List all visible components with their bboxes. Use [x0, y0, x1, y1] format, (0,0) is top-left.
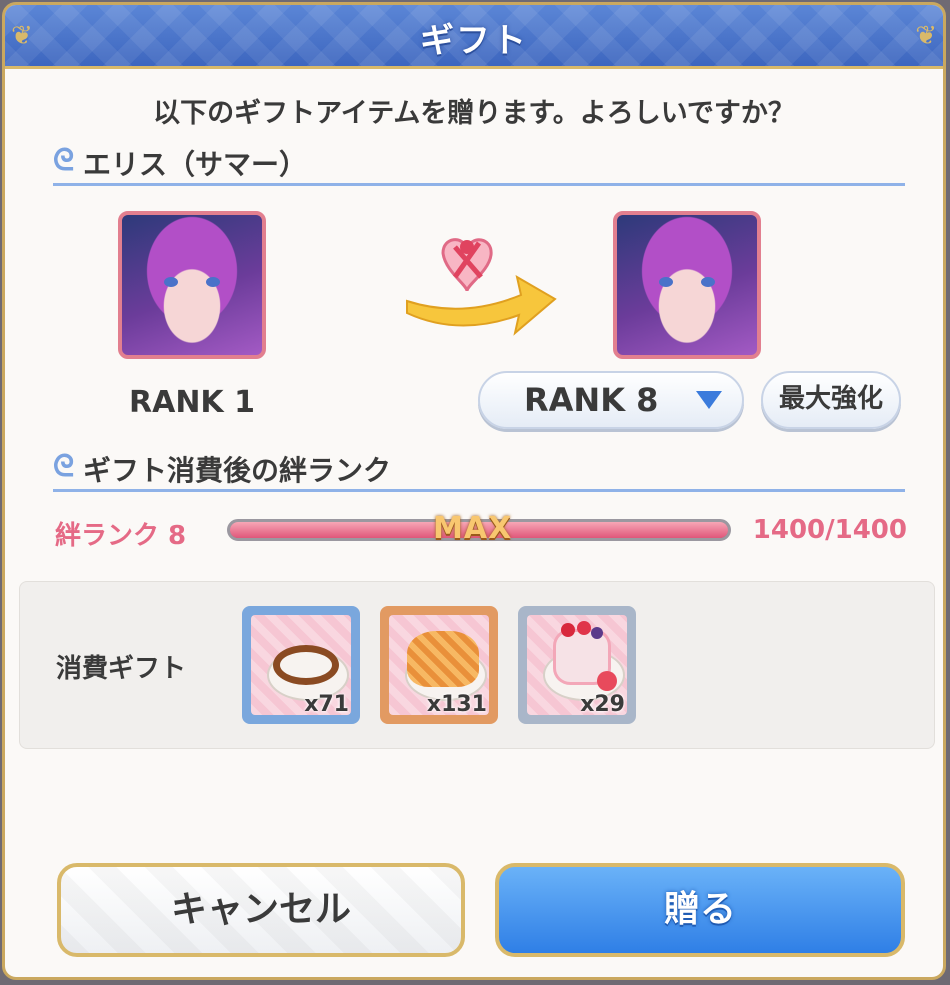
gift-arrow-icon — [406, 238, 557, 336]
gift-dialog: ❦ ギフト ❦ 以下のギフトアイテムを贈ります。よろしいですか？ ᘓ エリス（サ… — [2, 2, 946, 980]
gift-count: x131 — [426, 692, 487, 717]
bond-rank-row: 絆ランク 8 MAX 1400/1400 — [55, 511, 907, 553]
dialog-titlebar: ❦ ギフト ❦ — [5, 5, 943, 69]
gift-count: x71 — [304, 692, 349, 717]
gift-count: x29 — [580, 692, 625, 717]
gift-item-fruit-cake[interactable]: x29 — [518, 606, 636, 724]
chevron-down-icon — [696, 391, 722, 409]
dialog-title: ギフト — [420, 21, 528, 61]
gift-item-apple-pie[interactable]: x131 — [380, 606, 498, 724]
cancel-button[interactable]: キャンセル — [57, 863, 465, 957]
bond-rank-label: 絆ランク 8 — [55, 521, 187, 551]
character-section-header: ᘓ エリス（サマー） — [53, 141, 905, 186]
gift-item-pretzel[interactable]: x71 — [242, 606, 360, 724]
target-rank-dropdown[interactable]: RANK 8 — [478, 371, 744, 429]
ornament-right-icon: ❦ — [915, 21, 937, 51]
bond-progress-value: 1400/1400 — [752, 515, 907, 545]
send-gift-button[interactable]: 贈る — [495, 863, 905, 957]
target-rank-value: RANK 8 — [524, 381, 659, 419]
apple-pie-icon — [407, 631, 479, 687]
confirm-question: 以下のギフトアイテムを贈ります。よろしいですか？ — [153, 98, 795, 129]
pretzel-icon — [273, 645, 339, 685]
bond-max-label: MAX — [433, 511, 513, 546]
swirl-icon: ᘓ — [53, 449, 75, 484]
consume-gifts-panel: 消費ギフト x71 x131 x29 — [19, 581, 935, 749]
current-rank: RANK 1 — [129, 385, 255, 420]
max-enhance-button[interactable]: 最大強化 — [761, 371, 901, 429]
character-portrait-before — [118, 211, 266, 359]
character-name: エリス（サマー） — [83, 148, 308, 181]
character-portrait-after — [613, 211, 761, 359]
consume-gifts-label: 消費ギフト — [56, 654, 187, 684]
bond-section-title: ギフト消費後の絆ランク — [83, 454, 392, 487]
swirl-icon: ᘓ — [53, 143, 75, 178]
bond-section-header: ᘓ ギフト消費後の絆ランク — [53, 447, 905, 492]
